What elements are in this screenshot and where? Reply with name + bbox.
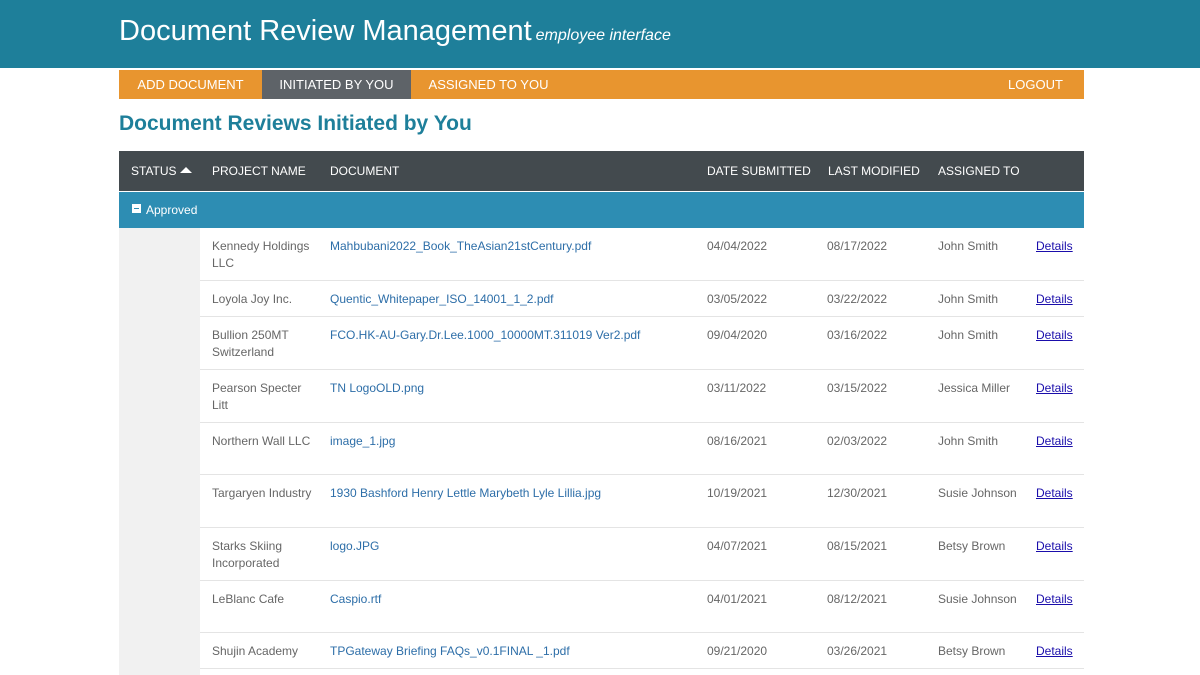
project-name-cell: Starks Skiing Incorporated xyxy=(212,539,283,570)
assigned-to-cell: Betsy Brown xyxy=(938,539,1006,553)
last-modified-cell: 08/12/2021 xyxy=(827,592,888,606)
table-row: Northern Wall LLC image_1.jpg 08/16/2021… xyxy=(200,423,1084,475)
assigned-to-cell: John Smith xyxy=(938,292,999,306)
last-modified-cell: 02/03/2022 xyxy=(827,434,888,448)
table-row: Bullion 250MT Switzerland FCO.HK-AU-Gary… xyxy=(200,317,1084,370)
date-submitted-cell: 04/04/2022 xyxy=(707,239,768,253)
assigned-to-cell: John Smith xyxy=(938,239,999,253)
date-submitted-cell: 08/16/2021 xyxy=(707,434,768,448)
date-submitted-cell: 03/05/2022 xyxy=(707,292,768,306)
table-row: Loyola Joy Inc. Quentic_Whitepaper_ISO_1… xyxy=(200,281,1084,317)
last-modified-cell: 12/30/2021 xyxy=(827,486,888,500)
document-link[interactable]: image_1.jpg xyxy=(330,433,700,450)
nav-assigned-to-you[interactable]: ASSIGNED TO YOU xyxy=(411,70,566,99)
column-header-last-modified[interactable]: LAST MODIFIED xyxy=(828,151,920,191)
details-link[interactable]: Details xyxy=(1036,485,1073,502)
collapse-minus-icon[interactable] xyxy=(132,204,141,213)
document-link[interactable]: Caspio.rtf xyxy=(330,591,700,608)
column-header-date-submitted[interactable]: DATE SUBMITTED xyxy=(707,151,811,191)
details-link[interactable]: Details xyxy=(1036,643,1073,660)
last-modified-cell: 08/17/2022 xyxy=(827,239,888,253)
main-nav: ADD DOCUMENT INITIATED BY YOU ASSIGNED T… xyxy=(119,70,1084,99)
group-label: Approved xyxy=(146,203,198,217)
details-link[interactable]: Details xyxy=(1036,238,1073,255)
project-name-cell: Kennedy Holdings LLC xyxy=(212,239,310,270)
nav-initiated-by-you[interactable]: INITIATED BY YOU xyxy=(262,70,411,99)
table-body: Kennedy Holdings LLC Mahbubani2022_Book_… xyxy=(200,228,1084,669)
assigned-to-cell: Susie Johnson xyxy=(938,592,1017,606)
app-title-text: Document Review Management xyxy=(119,15,532,47)
app-header: Document Review Management employee inter… xyxy=(0,0,1200,68)
table-row: Targaryen Industry 1930 Bashford Henry L… xyxy=(200,475,1084,528)
table-row: Shujin Academy TPGateway Briefing FAQs_v… xyxy=(200,633,1084,669)
table-row: LeBlanc Cafe Caspio.rtf 04/01/2021 08/12… xyxy=(200,581,1084,633)
project-name-cell: Loyola Joy Inc. xyxy=(212,292,293,306)
column-header-assigned-to[interactable]: ASSIGNED TO xyxy=(938,151,1020,191)
date-submitted-cell: 04/01/2021 xyxy=(707,592,768,606)
project-name-cell: Pearson Specter Litt xyxy=(212,381,302,412)
details-link[interactable]: Details xyxy=(1036,433,1073,450)
nav-add-document[interactable]: ADD DOCUMENT xyxy=(119,70,262,99)
column-header-status[interactable]: STATUS xyxy=(131,151,192,191)
logout-button[interactable]: LOGOUT xyxy=(997,70,1074,99)
last-modified-cell: 08/15/2021 xyxy=(827,539,888,553)
details-link[interactable]: Details xyxy=(1036,380,1073,397)
app-title: Document Review Management employee inter… xyxy=(119,15,671,48)
project-name-cell: Targaryen Industry xyxy=(212,486,312,500)
status-column-spacer xyxy=(119,228,200,675)
assigned-to-cell: Susie Johnson xyxy=(938,486,1017,500)
document-link[interactable]: TN LogoOLD.png xyxy=(330,380,700,397)
assigned-to-cell: Jessica Miller xyxy=(938,381,1011,395)
assigned-to-cell: John Smith xyxy=(938,434,999,448)
last-modified-cell: 03/26/2021 xyxy=(827,644,888,658)
assigned-to-cell: Betsy Brown xyxy=(938,644,1006,658)
document-link[interactable]: Quentic_Whitepaper_ISO_14001_1_2.pdf xyxy=(330,291,700,308)
last-modified-cell: 03/22/2022 xyxy=(827,292,888,306)
date-submitted-cell: 03/11/2022 xyxy=(707,381,767,395)
project-name-cell: Shujin Academy xyxy=(212,644,299,658)
date-submitted-cell: 04/07/2021 xyxy=(707,539,768,553)
last-modified-cell: 03/16/2022 xyxy=(827,328,888,342)
details-link[interactable]: Details xyxy=(1036,591,1073,608)
project-name-cell: Bullion 250MT Switzerland xyxy=(212,328,289,359)
document-link[interactable]: TPGateway Briefing FAQs_v0.1FINAL _1.pdf xyxy=(330,643,700,660)
page-title: Document Reviews Initiated by You xyxy=(119,112,472,135)
assigned-to-cell: John Smith xyxy=(938,328,999,342)
details-link[interactable]: Details xyxy=(1036,327,1073,344)
details-link[interactable]: Details xyxy=(1036,291,1073,308)
date-submitted-cell: 10/19/2021 xyxy=(707,486,768,500)
column-header-document[interactable]: DOCUMENT xyxy=(330,151,399,191)
date-submitted-cell: 09/21/2020 xyxy=(707,644,768,658)
table-row: Kennedy Holdings LLC Mahbubani2022_Book_… xyxy=(200,228,1084,281)
group-header-approved[interactable]: Approved xyxy=(119,192,1084,228)
document-link[interactable]: FCO.HK-AU-Gary.Dr.Lee.1000_10000MT.31101… xyxy=(330,327,700,344)
document-link[interactable]: 1930 Bashford Henry Lettle Marybeth Lyle… xyxy=(330,485,700,502)
table-row: Starks Skiing Incorporated logo.JPG 04/0… xyxy=(200,528,1084,581)
project-name-cell: Northern Wall LLC xyxy=(212,434,311,448)
column-header-project[interactable]: PROJECT NAME xyxy=(212,151,306,191)
document-link[interactable]: logo.JPG xyxy=(330,538,700,555)
table-header: STATUS PROJECT NAME DOCUMENT DATE SUBMIT… xyxy=(119,151,1084,191)
column-header-status-label: STATUS xyxy=(131,164,177,178)
last-modified-cell: 03/15/2022 xyxy=(827,381,888,395)
project-name-cell: LeBlanc Cafe xyxy=(212,592,285,606)
document-link[interactable]: Mahbubani2022_Book_TheAsian21stCentury.p… xyxy=(330,238,700,255)
sort-ascending-icon xyxy=(179,167,192,173)
details-link[interactable]: Details xyxy=(1036,538,1073,555)
date-submitted-cell: 09/04/2020 xyxy=(707,328,768,342)
table-row: Pearson Specter Litt TN LogoOLD.png 03/1… xyxy=(200,370,1084,423)
app-subtitle: employee interface xyxy=(535,27,671,44)
